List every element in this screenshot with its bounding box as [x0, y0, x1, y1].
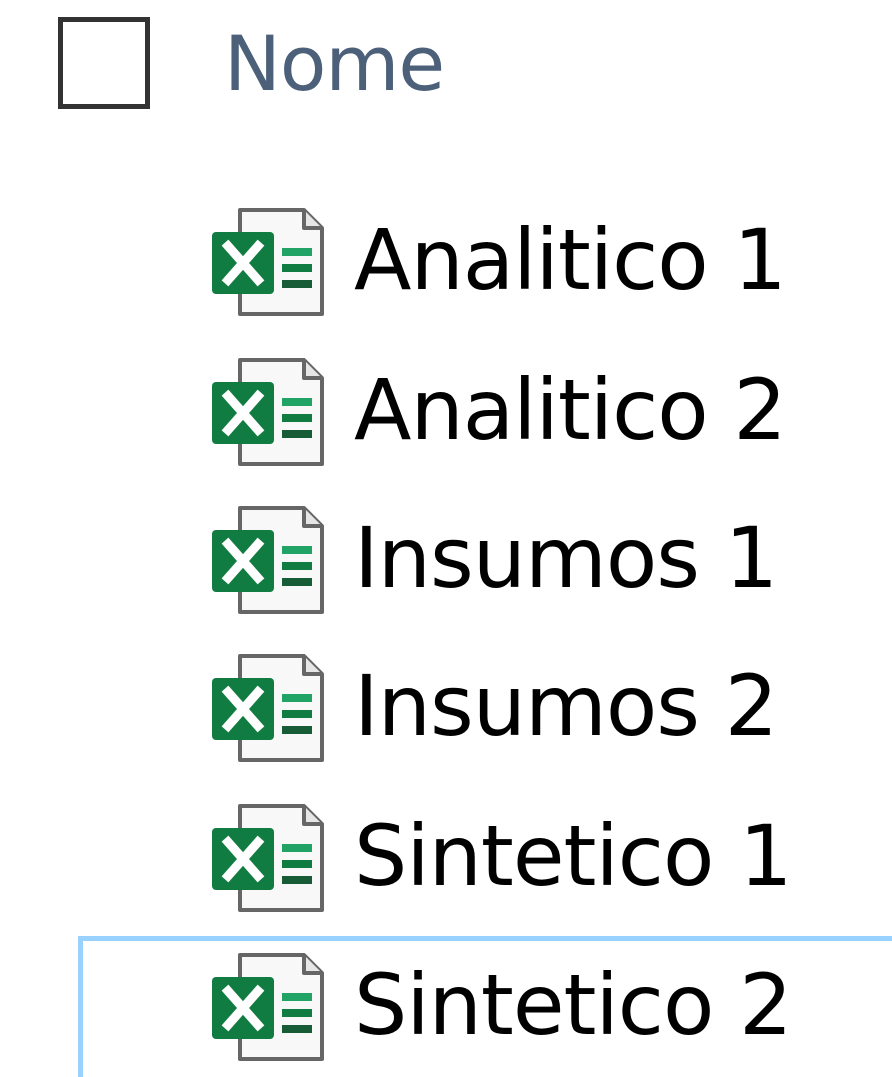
file-row[interactable]: Sintetico 1 [0, 788, 892, 936]
excel-file-icon [212, 652, 324, 764]
file-name: Analitico 2 [354, 361, 787, 459]
excel-file-icon [212, 802, 324, 914]
file-row[interactable]: Insumos 2 [0, 638, 892, 786]
file-list: Analitico 1 Analitico 2 Insumos 1 Insumo… [0, 0, 892, 1077]
excel-file-icon [212, 206, 324, 318]
file-name: Sintetico 2 [354, 956, 793, 1054]
file-row[interactable]: Analitico 2 [0, 342, 892, 490]
file-row[interactable]: Analitico 1 [0, 192, 892, 340]
file-row[interactable]: Insumos 1 [0, 490, 892, 638]
file-name: Insumos 1 [354, 509, 778, 607]
file-row-focused[interactable]: Sintetico 2 [78, 936, 892, 1077]
excel-file-icon [212, 356, 324, 468]
excel-file-icon [212, 504, 324, 616]
file-name: Insumos 2 [354, 657, 778, 755]
file-name: Sintetico 1 [354, 807, 793, 905]
file-name: Analitico 1 [354, 211, 787, 309]
excel-file-icon [212, 951, 324, 1063]
